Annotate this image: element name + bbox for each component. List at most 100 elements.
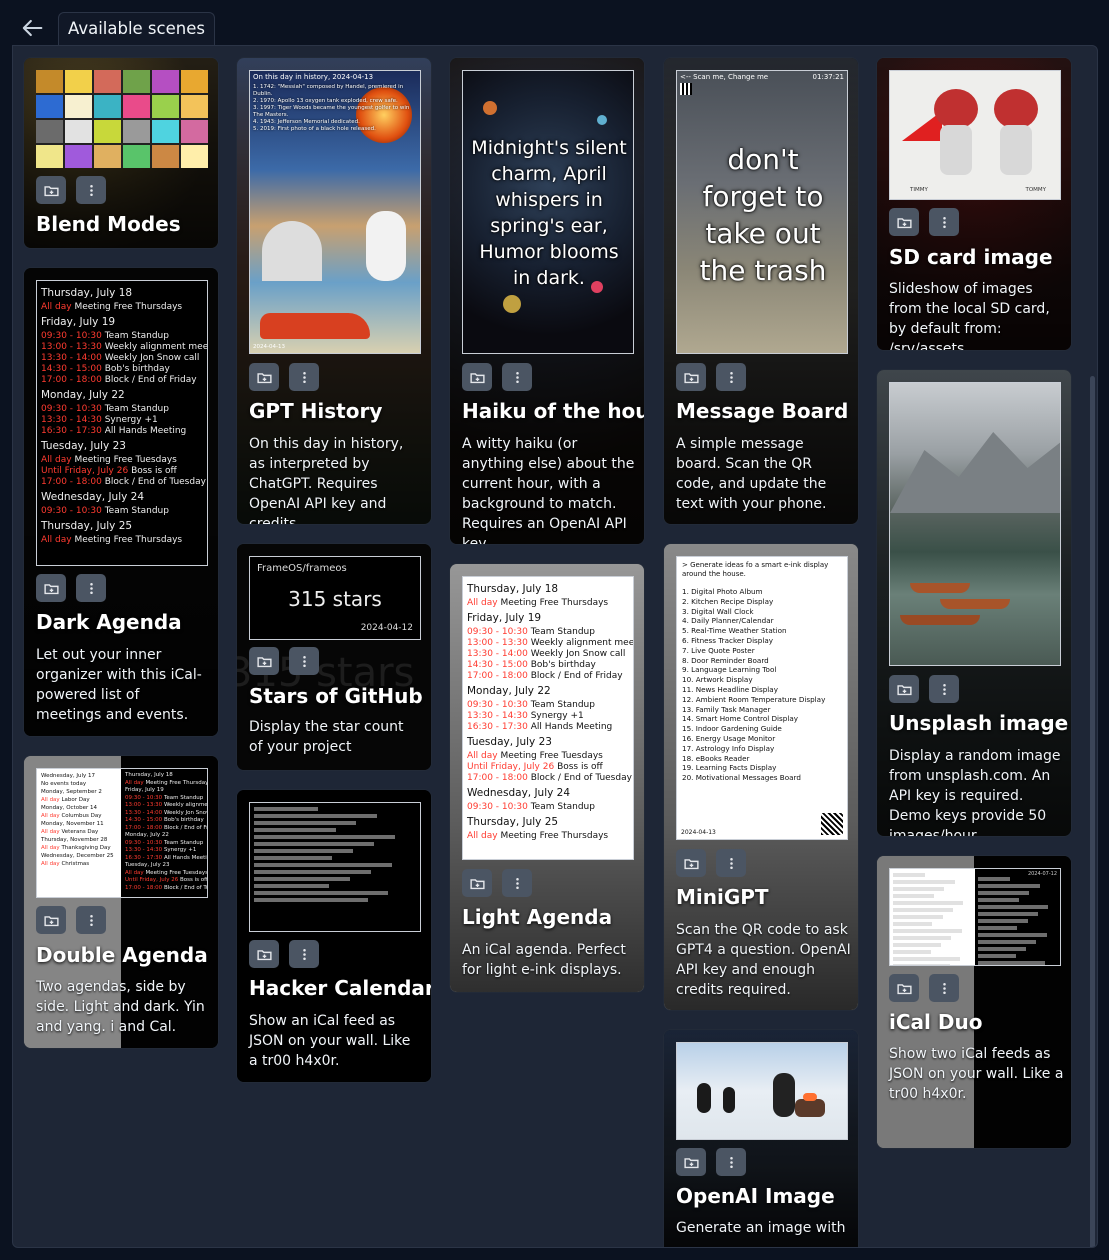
agenda-event-title: Block / End of Friday [104, 375, 197, 385]
agenda-event: All day Meeting Free Thursdays [41, 535, 203, 546]
upload-button[interactable] [889, 974, 919, 1002]
scene-card-message-board[interactable]: <-- Scan me, Change me 01:37:21 don't fo… [663, 57, 859, 525]
agenda-event: 09:30 - 10:30 Team Standup [125, 840, 203, 848]
agenda-event: 17:00 - 18:00 Block / End of Tuesday [125, 885, 207, 893]
agenda-event-time: 13:30 - 14:30 [467, 711, 528, 721]
folder-plus-icon [43, 915, 59, 926]
menu-button[interactable] [76, 906, 106, 934]
folder-plus-icon [256, 656, 272, 667]
agenda-event-title: Meeting Free Thursdays [74, 302, 183, 312]
menu-button[interactable] [289, 363, 319, 391]
scene-card-dark-agenda[interactable]: Thursday, July 18 All day Meeting Free Th… [23, 267, 219, 737]
code-line [978, 898, 1019, 902]
scene-card-gpt-history[interactable]: On this day in history, 2024-04-13 1. 17… [236, 57, 432, 525]
upload-button[interactable] [249, 647, 279, 675]
code-line [893, 929, 962, 933]
agenda-event: 17:00 - 18:00 Block / End of Friday [41, 375, 203, 386]
agenda-event-title: Block / End of Tuesday [530, 773, 632, 783]
agenda-event-title: Meeting Free Thursdays [500, 831, 609, 841]
agenda-event-title: Labor Day [61, 797, 90, 803]
scene-card-light-agenda[interactable]: Thursday, July 18 All day Meeting Free Th… [449, 563, 645, 993]
agenda-event-title: Meeting Free Thursdays [500, 598, 609, 608]
scene-card-openai-image[interactable]: OpenAI Image Generate an image with [663, 1029, 859, 1247]
upload-button[interactable] [36, 176, 66, 204]
upload-button[interactable] [249, 363, 279, 391]
agenda-event-time: Until Friday, July 26 [467, 762, 555, 772]
folder-plus-icon [896, 684, 912, 695]
menu-button[interactable] [289, 940, 319, 968]
history-line: 3. 1997: Tiger Woods became the youngest… [253, 105, 410, 118]
code-line [893, 901, 964, 905]
agenda-event: 17:00 - 18:00 Block / End of Friday [125, 825, 207, 833]
scene-card-minigpt[interactable]: > Generate ideas fo a smart e-ink displa… [663, 543, 859, 1011]
menu-button[interactable] [76, 176, 106, 204]
upload-button[interactable] [36, 574, 66, 602]
scene-title: GPT History [249, 399, 383, 423]
menu-button[interactable] [289, 647, 319, 675]
history-line: 5. 2019: First photo of a black hole rel… [253, 126, 376, 132]
agenda-event: 09:30 - 10:30 Team Standup [467, 627, 629, 638]
code-line [978, 954, 1016, 958]
agenda-event: 17:00 - 18:00 Block / End of Tuesday [467, 773, 632, 784]
menu-button[interactable] [716, 849, 746, 877]
agenda-event-title: Weekly Jon Snow call [163, 809, 207, 816]
scene-card-unsplash-image[interactable]: Unsplash image Display a random image fr… [876, 369, 1072, 837]
scene-card-stars-of-github[interactable]: 315 stars FrameOS/frameos 315 stars 2024… [236, 543, 432, 771]
code-line [893, 936, 952, 940]
upload-button[interactable] [676, 1148, 706, 1176]
agenda-event-title: Team Standup [104, 404, 169, 414]
scene-thumbnail: Thursday, July 18 All day Meeting Free Th… [36, 280, 208, 566]
agenda-day-heading: Thursday, July 18 [41, 287, 133, 299]
upload-button[interactable] [462, 869, 492, 897]
agenda-event-time: All day [467, 598, 498, 608]
tab-available-scenes[interactable]: Available scenes [58, 12, 215, 46]
repo-name: FrameOS/frameos [257, 563, 347, 574]
agenda-event: All day Meeting Free Tuesdays [467, 751, 629, 762]
board-message: don't forget to take out the trash [699, 143, 827, 287]
scene-card-haiku[interactable]: Midnight's silent charm, April whispers … [449, 57, 645, 545]
menu-button[interactable] [716, 1148, 746, 1176]
scene-title: Light Agenda [462, 905, 613, 929]
scrollbar[interactable] [1090, 376, 1095, 1247]
agenda-event-title: Block / End of Tuesday [104, 477, 206, 487]
menu-button[interactable] [502, 869, 532, 897]
upload-button[interactable] [889, 208, 919, 236]
scene-card-double-agenda[interactable]: Wednesday, July 17 No events today Monday,… [23, 755, 219, 1049]
scene-thumbnail [249, 802, 421, 932]
agenda-event: All day Veterans Day [41, 828, 117, 836]
menu-button[interactable] [76, 574, 106, 602]
scene-card-hacker-calendar[interactable]: Hacker Calendar Show an iCal feed as JSO… [236, 789, 432, 1083]
menu-button[interactable] [502, 363, 532, 391]
code-line [254, 856, 333, 860]
upload-button[interactable] [676, 363, 706, 391]
scene-card-sd-card-image[interactable]: TIMMY TOMMY SD card image Slideshow of i… [876, 57, 1072, 351]
agenda-event-title: Veterans Day [61, 829, 99, 835]
menu-button[interactable] [929, 974, 959, 1002]
menu-button[interactable] [929, 675, 959, 703]
code-line [978, 961, 1046, 965]
scene-card-blend-modes[interactable]: Blend Modes [23, 57, 219, 249]
upload-button[interactable] [36, 906, 66, 934]
folder-plus-icon [469, 372, 485, 383]
idea-item: 1. Digital Photo Album [682, 587, 763, 596]
code-line [893, 922, 933, 926]
arrow-left-icon [22, 19, 43, 37]
upload-button[interactable] [462, 363, 492, 391]
upload-button[interactable] [249, 940, 279, 968]
more-vertical-icon [942, 683, 946, 695]
upload-button[interactable] [889, 675, 919, 703]
agenda-event-time: 17:00 - 18:00 [467, 671, 528, 681]
thumb-date: 2024-04-13 [253, 344, 285, 350]
scene-card-ical-duo[interactable]: 2024-07-12 iCal Duo Show two iCal feeds … [876, 855, 1072, 1149]
more-vertical-icon [942, 216, 946, 228]
agenda-event: All day Christmas [41, 860, 117, 868]
agenda-event: 14:30 - 15:00 Bob's birthday [125, 817, 204, 825]
upload-button[interactable] [676, 849, 706, 877]
menu-button[interactable] [716, 363, 746, 391]
agenda-event: 09:30 - 10:30 Team Standup [467, 700, 629, 711]
agenda-event-time: All day [125, 869, 144, 876]
agenda-event-time: 16:30 - 17:30 [125, 854, 163, 861]
back-button[interactable] [18, 14, 46, 42]
menu-button[interactable] [929, 208, 959, 236]
agenda-event-title: Team Standup [163, 794, 204, 801]
